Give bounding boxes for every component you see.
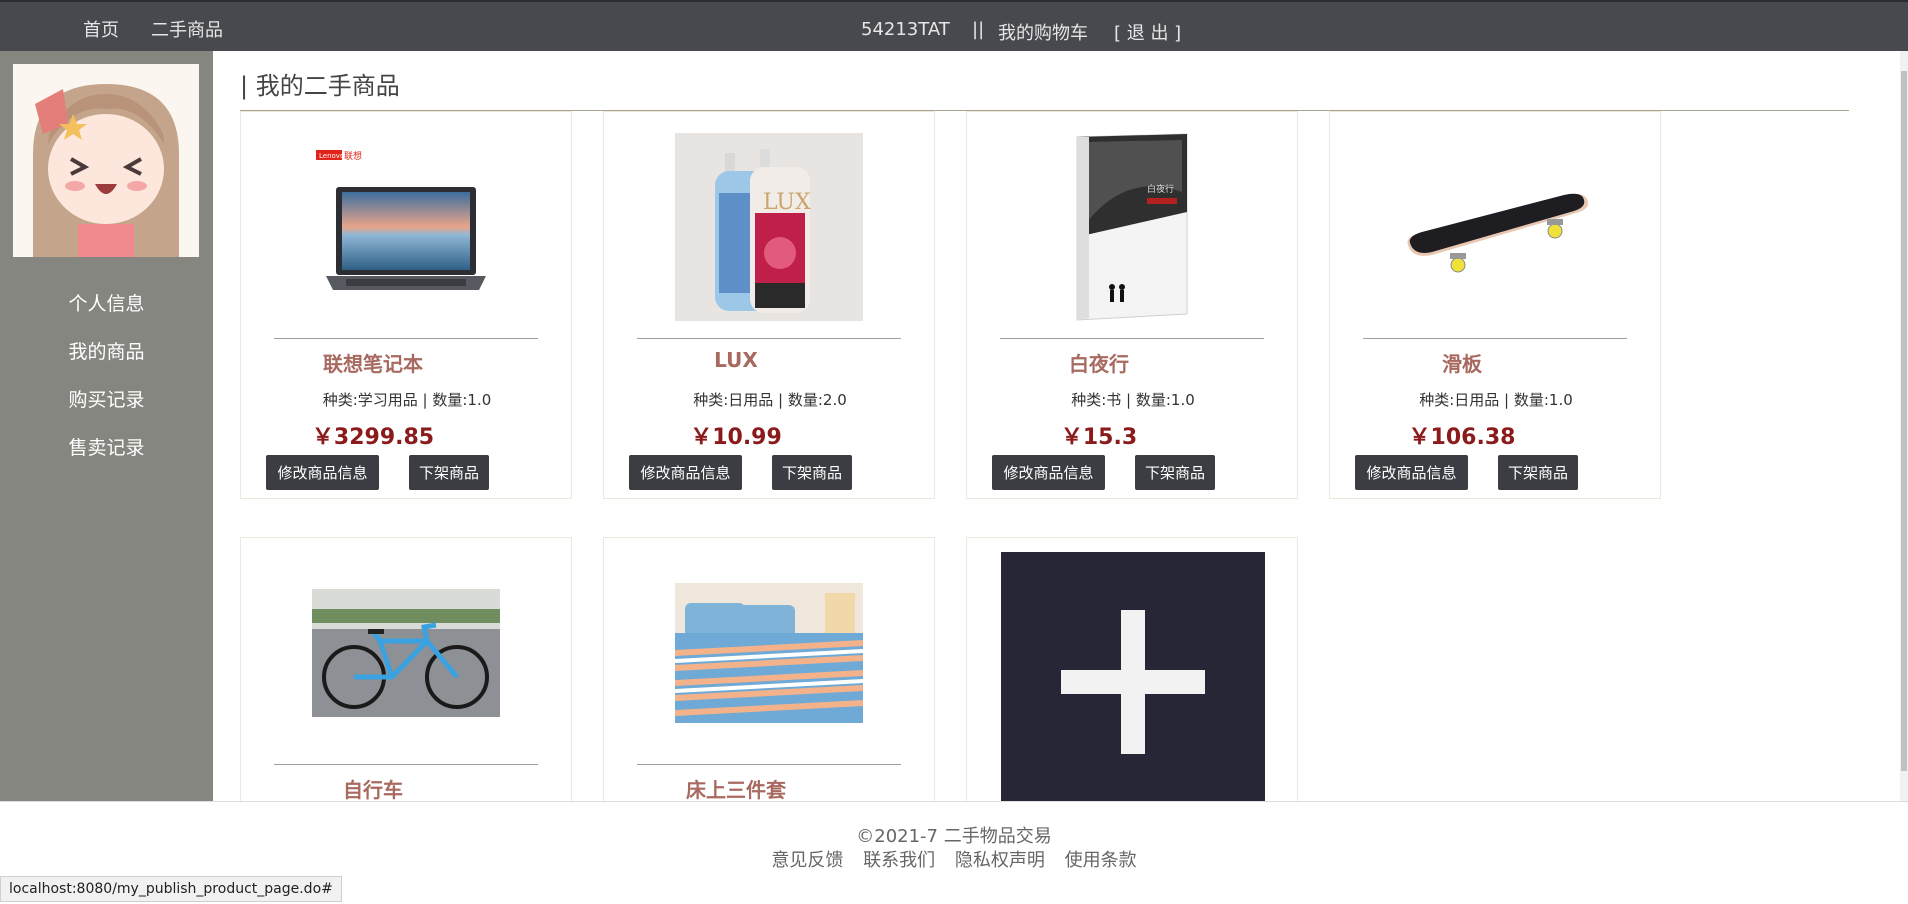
product-price: ￥15.3 [1060,425,1138,450]
product-name[interactable]: 白夜行 [967,348,1231,377]
product-image-skateboard[interactable] [1390,132,1600,322]
product-name[interactable]: 联想笔记本 [241,348,505,377]
product-name[interactable]: 自行车 [241,774,505,803]
add-product-button[interactable] [1001,552,1265,812]
product-price: ￥106.38 [1408,425,1516,450]
offline-product-button[interactable]: 下架商品 [772,455,852,490]
product-image-book[interactable]: 白夜行 [1027,132,1237,322]
edit-product-button[interactable]: 修改商品信息 [266,455,379,490]
card-divider [1363,338,1627,339]
product-card: LUX LUX 种类:日用品 | 数量:2.0 ￥10.99 修改商品信息 下架… [603,111,935,499]
avatar [13,64,199,257]
product-image-bicycle[interactable] [301,558,511,748]
product-name[interactable]: 滑板 [1330,348,1594,377]
svg-text:Lenovo: Lenovo [319,152,344,160]
product-image-laptop[interactable]: Lenovo 联想 [301,132,511,322]
sidebar-item-sale-records[interactable]: 售卖记录 [0,433,213,460]
nav-separator: || [972,19,985,40]
card-divider [274,338,538,339]
offline-product-button[interactable]: 下架商品 [1135,455,1215,490]
card-divider [1000,338,1264,339]
sidebar-item-purchase-records[interactable]: 购买记录 [0,385,213,412]
username-link[interactable]: 54213TAT [861,19,950,40]
sidebar: 个人信息 我的商品 购买记录 售卖记录 [0,51,213,801]
offline-product-button[interactable]: 下架商品 [1498,455,1578,490]
edit-product-button[interactable]: 修改商品信息 [992,455,1105,490]
product-image-bedding[interactable] [664,558,874,748]
cart-link[interactable]: 我的购物车 [998,19,1088,45]
footer-link-feedback[interactable]: 意见反馈 [771,850,843,871]
product-meta: 种类:书 | 数量:1.0 [1071,391,1195,409]
product-meta: 种类:学习用品 | 数量:1.0 [322,391,492,409]
product-card: 滑板 种类:日用品 | 数量:1.0 ￥106.38 修改商品信息 下架商品 [1329,111,1661,499]
page-title: | 我的二手商品 [240,72,400,100]
footer-link-contact[interactable]: 联系我们 [863,850,935,871]
scrollbar-thumb[interactable] [1901,71,1907,771]
page-scrollbar[interactable] [1900,51,1908,801]
edit-product-button[interactable]: 修改商品信息 [629,455,742,490]
sidebar-item-my-products[interactable]: 我的商品 [0,337,213,364]
offline-product-button[interactable]: 下架商品 [409,455,489,490]
svg-text:LUX: LUX [763,190,811,215]
status-url: localhost:8080/my_publish_product_page.d… [0,876,342,902]
nav-home-link[interactable]: 首页 [83,16,119,42]
product-meta: 种类:日用品 | 数量:1.0 [1419,391,1573,409]
footer-link-terms[interactable]: 使用条款 [1065,850,1137,871]
svg-text:白夜行: 白夜行 [1147,183,1174,195]
svg-text:联想: 联想 [344,150,362,162]
top-navbar: 首页 二手商品 54213TAT || 我的购物车 [ 退 出 ] [0,0,1908,51]
product-card: Lenovo 联想 联想笔记本 种类:学习用品 | 数量:1.0 ￥3299.8… [240,111,572,499]
product-price: ￥10.99 [690,425,782,450]
product-meta: 种类:日用品 | 数量:2.0 [693,391,847,409]
card-divider [637,338,901,339]
product-name[interactable]: 床上三件套 [604,774,868,803]
product-name[interactable]: LUX [604,348,868,372]
footer-link-privacy[interactable]: 隐私权声明 [955,850,1045,871]
card-divider [274,764,538,765]
footer-links: 意见反馈 联系我们 隐私权声明 使用条款 [0,846,1908,872]
sidebar-item-profile[interactable]: 个人信息 [0,289,213,316]
product-price: ￥3299.85 [311,425,435,450]
copyright-text: ©2021-7 二手物品交易 [856,826,1052,847]
edit-product-button[interactable]: 修改商品信息 [1355,455,1468,490]
card-divider [637,764,901,765]
product-image-lux[interactable]: LUX [664,132,874,322]
nav-second-hand-link[interactable]: 二手商品 [151,16,223,42]
logout-link[interactable]: [ 退 出 ] [1114,19,1181,45]
product-card: 白夜行 白夜行 种类:书 | 数量:1.0 ￥15.3 修改商品信息 下架商品 [966,111,1298,499]
